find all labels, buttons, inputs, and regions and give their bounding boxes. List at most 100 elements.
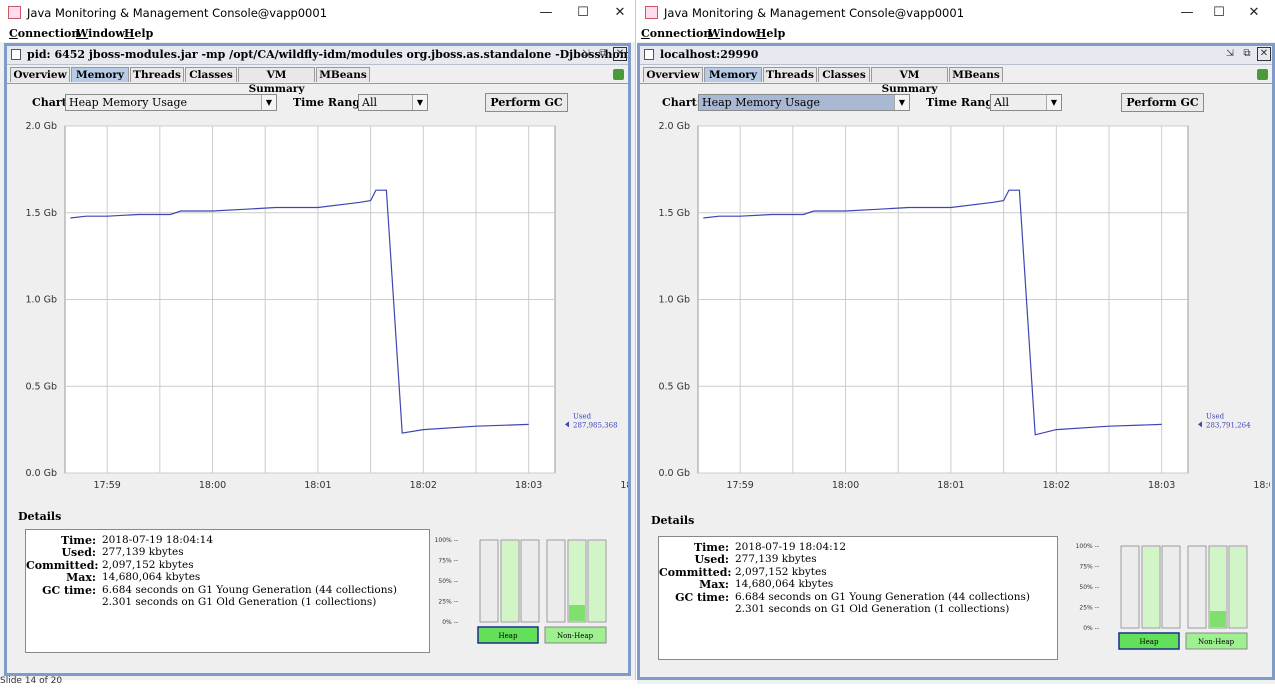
y-tick-label: 1.5 Gb: [658, 208, 690, 219]
tab-mbeans[interactable]: MBeans: [949, 67, 1003, 82]
memory-pool-bar-committed: [1210, 547, 1226, 611]
perform-gc-button[interactable]: Perform GC: [1121, 93, 1204, 112]
connection-status-icon: [1257, 69, 1268, 80]
memory-pool-bar: [520, 539, 540, 623]
minimize-button[interactable]: —: [531, 3, 561, 23]
x-tick-label: 18:03: [1148, 480, 1175, 491]
bar-scale-label: 0% --: [442, 619, 458, 626]
y-tick-label: 2.0 Gb: [658, 121, 690, 132]
gc-time-key: GC time:: [675, 591, 729, 604]
document-icon: [11, 49, 21, 60]
memory-pool-bar-fill: [502, 541, 518, 621]
series-end-marker: [1198, 421, 1202, 428]
x-tick-label: 17:59: [93, 480, 120, 491]
memory-pool-bar: [1187, 545, 1207, 629]
memory-pool-bar-fill: [1230, 547, 1246, 627]
y-tick-label: 1.5 Gb: [25, 208, 57, 219]
chart-select-value: Heap Memory Usage: [702, 96, 821, 109]
iconify-icon[interactable]: ⇲: [579, 47, 593, 61]
tab-threads[interactable]: Threads: [130, 67, 184, 82]
restore-icon[interactable]: ⧉: [1240, 47, 1254, 61]
time-value: 2018-07-19 18:04:14: [102, 534, 214, 546]
bar-scale-label: 50% --: [438, 578, 458, 585]
chart-select-value: Heap Memory Usage: [69, 96, 188, 109]
tab-bar: Overview Memory Threads Classes VM Summa…: [640, 67, 1272, 95]
bar-scale-label: 75% --: [438, 558, 458, 565]
memory-pool-bar-fill: [569, 604, 585, 621]
window-title-bar[interactable]: Java Monitoring & Management Console@vap…: [637, 0, 1275, 26]
tab-vm-summary[interactable]: VM Summary: [871, 67, 948, 95]
restore-icon[interactable]: ⧉: [596, 47, 610, 61]
used-value: 277,139 kbytes: [102, 546, 184, 558]
menu-connection[interactable]: Connection: [641, 27, 711, 40]
heap-memory-chart: 0.0 Gb 0.5 Gb 1.0 Gb 1.5 Gb 2.0 Gb 17:59 18:00…: [25, 121, 628, 491]
window-title: Java Monitoring & Management Console@vap…: [27, 6, 328, 20]
gc-time-young: 6.684 seconds on G1 Young Generation (44…: [735, 591, 1030, 603]
tab-threads[interactable]: Threads: [763, 67, 817, 82]
details-header: Details: [18, 510, 62, 523]
max-value: 14,680,064 kbytes: [102, 571, 201, 583]
x-tick-label: 18:02: [1043, 480, 1070, 491]
time-range-select[interactable]: All ▼: [990, 94, 1062, 111]
close-icon[interactable]: ✕: [1257, 47, 1271, 61]
internal-frame-title-bar[interactable]: localhost:29990 ⇲ ⧉ ✕: [640, 46, 1272, 65]
memory-pool-bar-fill: [1143, 547, 1159, 627]
time-range-value: All: [362, 96, 377, 109]
committed-value: 2,097,152 kbytes: [735, 566, 827, 578]
heap-button-label: Heap: [499, 632, 518, 640]
max-key: Max:: [699, 578, 729, 591]
series-end-marker: [565, 421, 569, 428]
minimize-button[interactable]: —: [1172, 3, 1202, 23]
bar-scale-label: 0% --: [1083, 625, 1099, 632]
internal-frame: localhost:29990 ⇲ ⧉ ✕ Overview Memory Th…: [637, 43, 1275, 680]
perform-gc-button[interactable]: Perform GC: [485, 93, 568, 112]
menu-help[interactable]: Help: [124, 27, 153, 40]
menu-window[interactable]: Window: [708, 27, 757, 40]
close-icon[interactable]: ✕: [613, 47, 627, 61]
memory-pool-bars: 100% -- 75% -- 50% -- 25% -- 0% -- Heap Non-He…: [435, 537, 607, 644]
series-value-label: 287,985,368: [573, 421, 618, 429]
java-app-icon: [8, 6, 21, 19]
menu-window[interactable]: Window: [76, 27, 125, 40]
iconify-icon[interactable]: ⇲: [1223, 47, 1237, 61]
chevron-down-icon: ▼: [894, 95, 909, 110]
tab-memory[interactable]: Memory: [704, 67, 762, 82]
menu-bar: Connection Window Help: [637, 26, 1275, 42]
chart-select[interactable]: Heap Memory Usage ▼: [65, 94, 277, 111]
tab-classes[interactable]: Classes: [185, 67, 237, 82]
chevron-down-icon: ▼: [412, 95, 427, 110]
tab-overview[interactable]: Overview: [643, 67, 703, 82]
time-range-select[interactable]: All ▼: [358, 94, 428, 111]
tab-mbeans[interactable]: MBeans: [316, 67, 370, 82]
menu-connection[interactable]: Connection: [9, 27, 79, 40]
menu-help[interactable]: Help: [756, 27, 785, 40]
used-key: Used:: [694, 553, 729, 566]
chart-select[interactable]: Heap Memory Usage ▼: [698, 94, 910, 111]
x-tick-label: 18:03: [515, 480, 542, 491]
window-title-bar[interactable]: Java Monitoring & Management Console@vap…: [0, 0, 635, 26]
memory-pool-bar-fill: [1210, 610, 1226, 627]
used-key: Used:: [61, 546, 96, 559]
jconsole-window-right: Java Monitoring & Management Console@vap…: [637, 0, 1275, 684]
non-heap-button-label: Non-Heap: [557, 632, 594, 640]
bar-scale-label: 100% --: [1076, 543, 1099, 550]
y-tick-label: 0.0 Gb: [25, 468, 57, 479]
tab-memory[interactable]: Memory: [71, 67, 129, 82]
close-button[interactable]: ✕: [1239, 3, 1269, 23]
maximize-button[interactable]: ☐: [1204, 3, 1234, 23]
maximize-button[interactable]: ☐: [568, 3, 598, 23]
memory-pool-bar: [1161, 545, 1181, 629]
y-tick-label: 2.0 Gb: [25, 121, 57, 132]
internal-frame-title-bar[interactable]: pid: 6452 jboss-modules.jar -mp /opt/CA/…: [7, 46, 628, 65]
time-range-value: All: [994, 96, 1009, 109]
tab-overview[interactable]: Overview: [10, 67, 70, 82]
committed-value: 2,097,152 kbytes: [102, 559, 194, 571]
details-header: Details: [651, 514, 695, 527]
close-button[interactable]: ✕: [605, 3, 635, 23]
max-key: Max:: [66, 571, 96, 584]
memory-pool-bar: [1120, 545, 1140, 629]
connection-title: localhost:29990: [660, 48, 759, 61]
tab-classes[interactable]: Classes: [818, 67, 870, 82]
tab-vm-summary[interactable]: VM Summary: [238, 67, 315, 95]
series-name-label: Used: [573, 412, 592, 420]
